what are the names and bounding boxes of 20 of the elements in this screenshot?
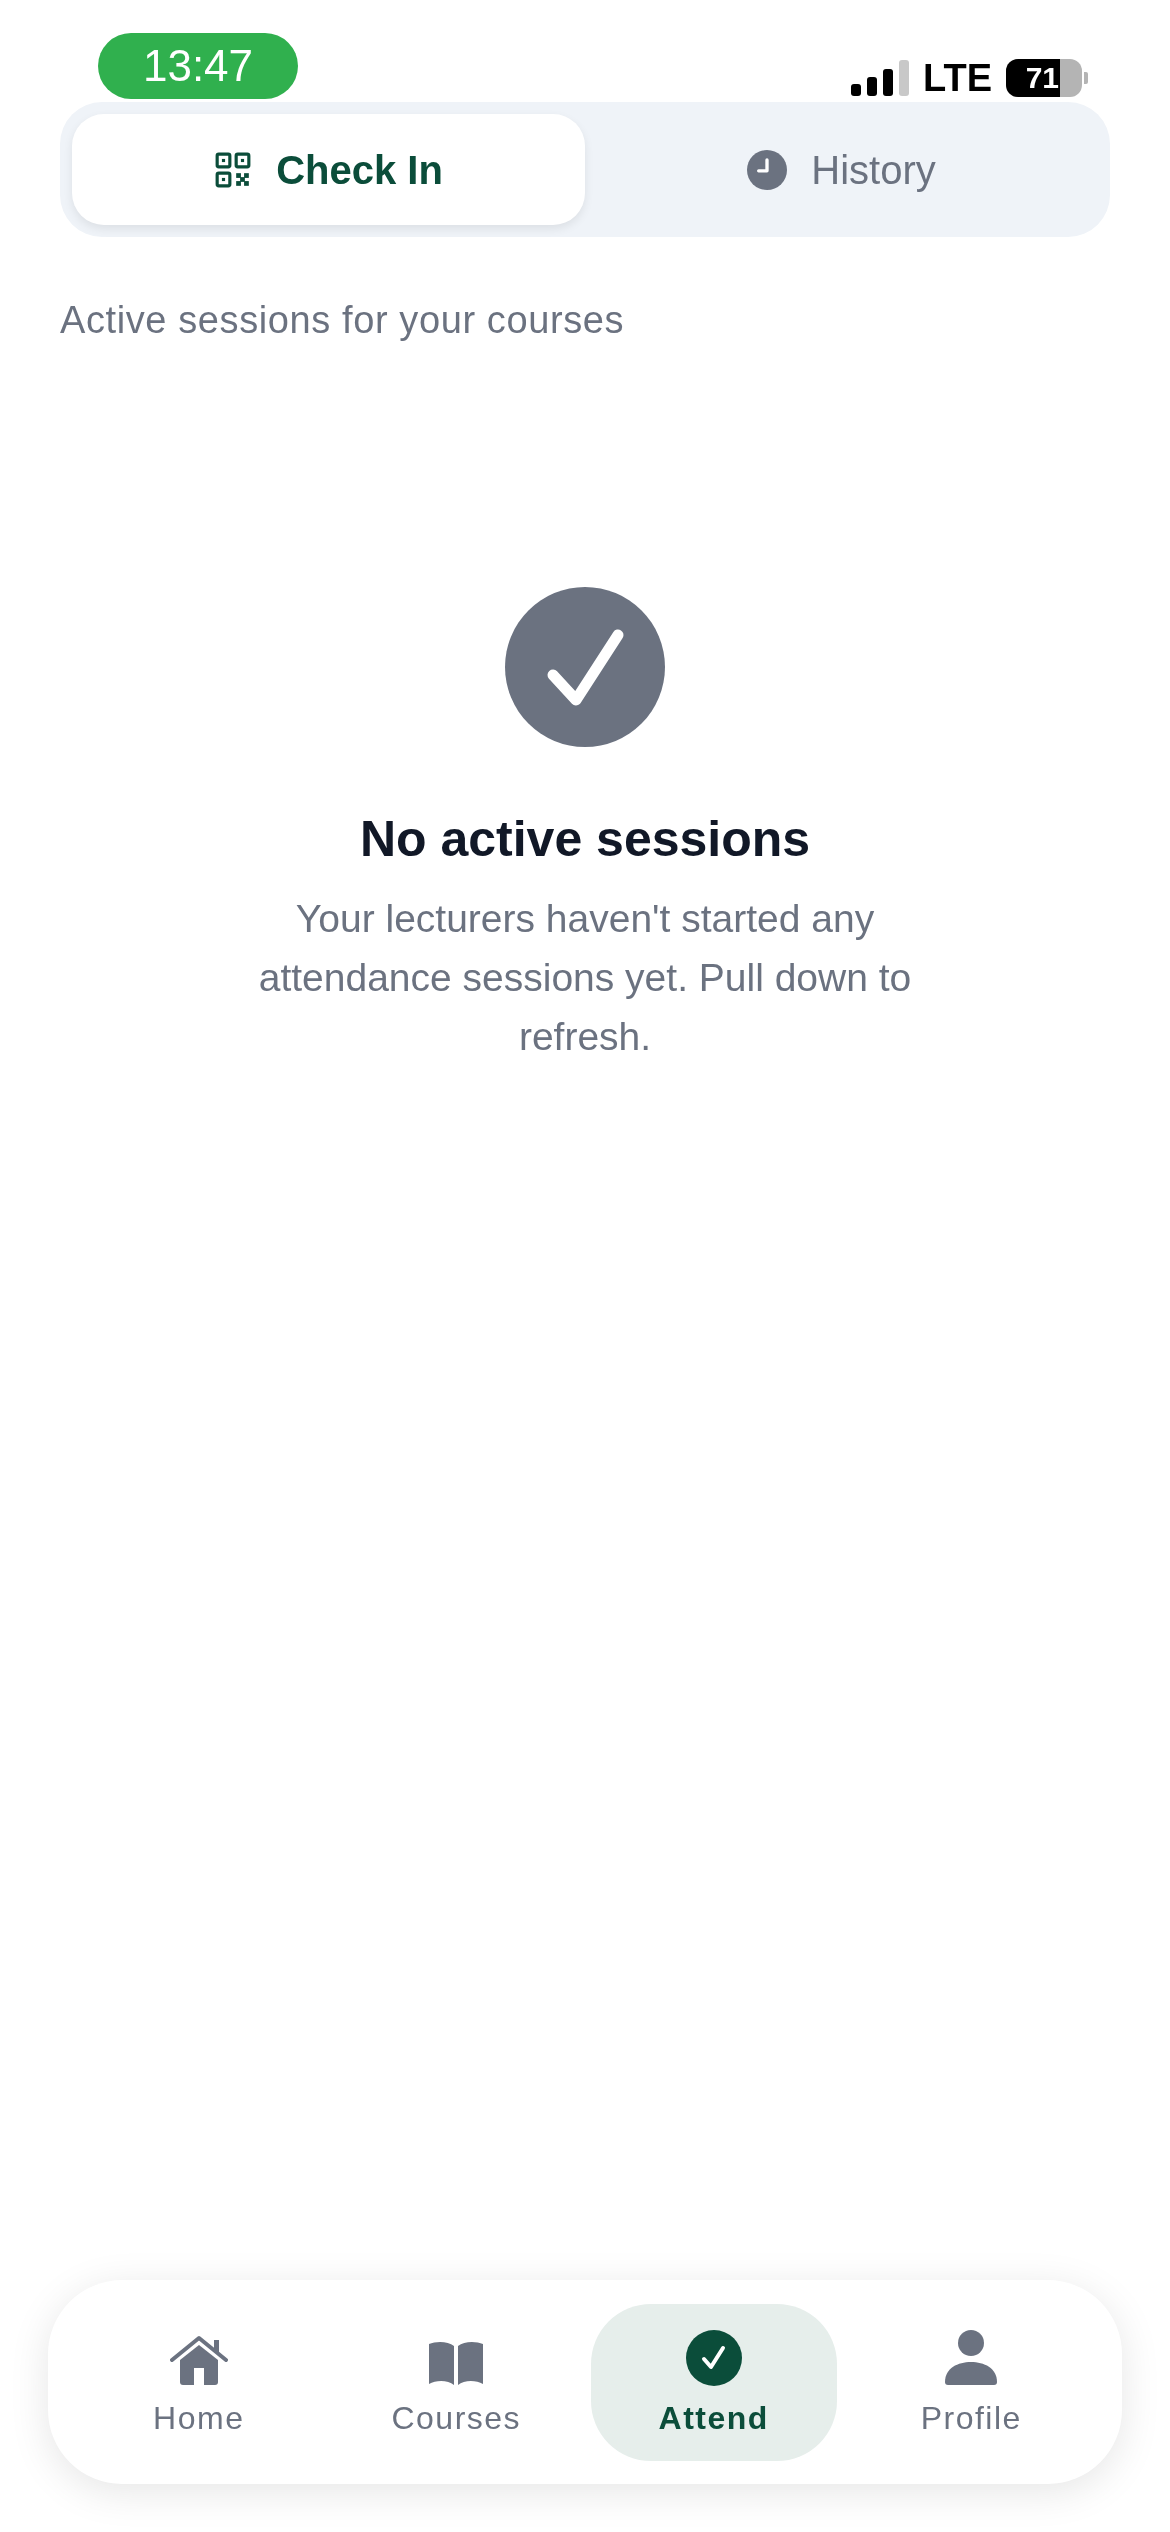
tab[interactable]: Check In: [72, 114, 585, 225]
check-circle-icon: [685, 2330, 742, 2386]
empty-state-title: No active sessions: [359, 810, 811, 869]
status-time: 13:47: [98, 33, 298, 99]
check-circle-icon: [505, 587, 665, 747]
clock-icon: [747, 149, 788, 190]
signal-icon: [851, 60, 910, 96]
nav-tab[interactable]: Courses: [333, 2303, 580, 2461]
empty-state-message: Your lecturers haven't started any attendance sessions yet. Pull down to refresh.: [257, 896, 913, 1060]
book-icon: [428, 2340, 485, 2386]
nav-tab[interactable]: Home: [75, 2303, 322, 2461]
nav-tab[interactable]: Profile: [848, 2303, 1095, 2461]
house-icon: [169, 2334, 228, 2386]
person-icon: [944, 2330, 999, 2386]
qr-code-icon: [214, 150, 253, 189]
nav-tab[interactable]: Attend: [590, 2303, 837, 2461]
network-label: LTE: [923, 58, 992, 98]
battery-level: 71: [1025, 61, 1059, 95]
tab[interactable]: History: [585, 114, 1098, 225]
section-subtitle: Active sessions for your courses: [60, 298, 626, 343]
